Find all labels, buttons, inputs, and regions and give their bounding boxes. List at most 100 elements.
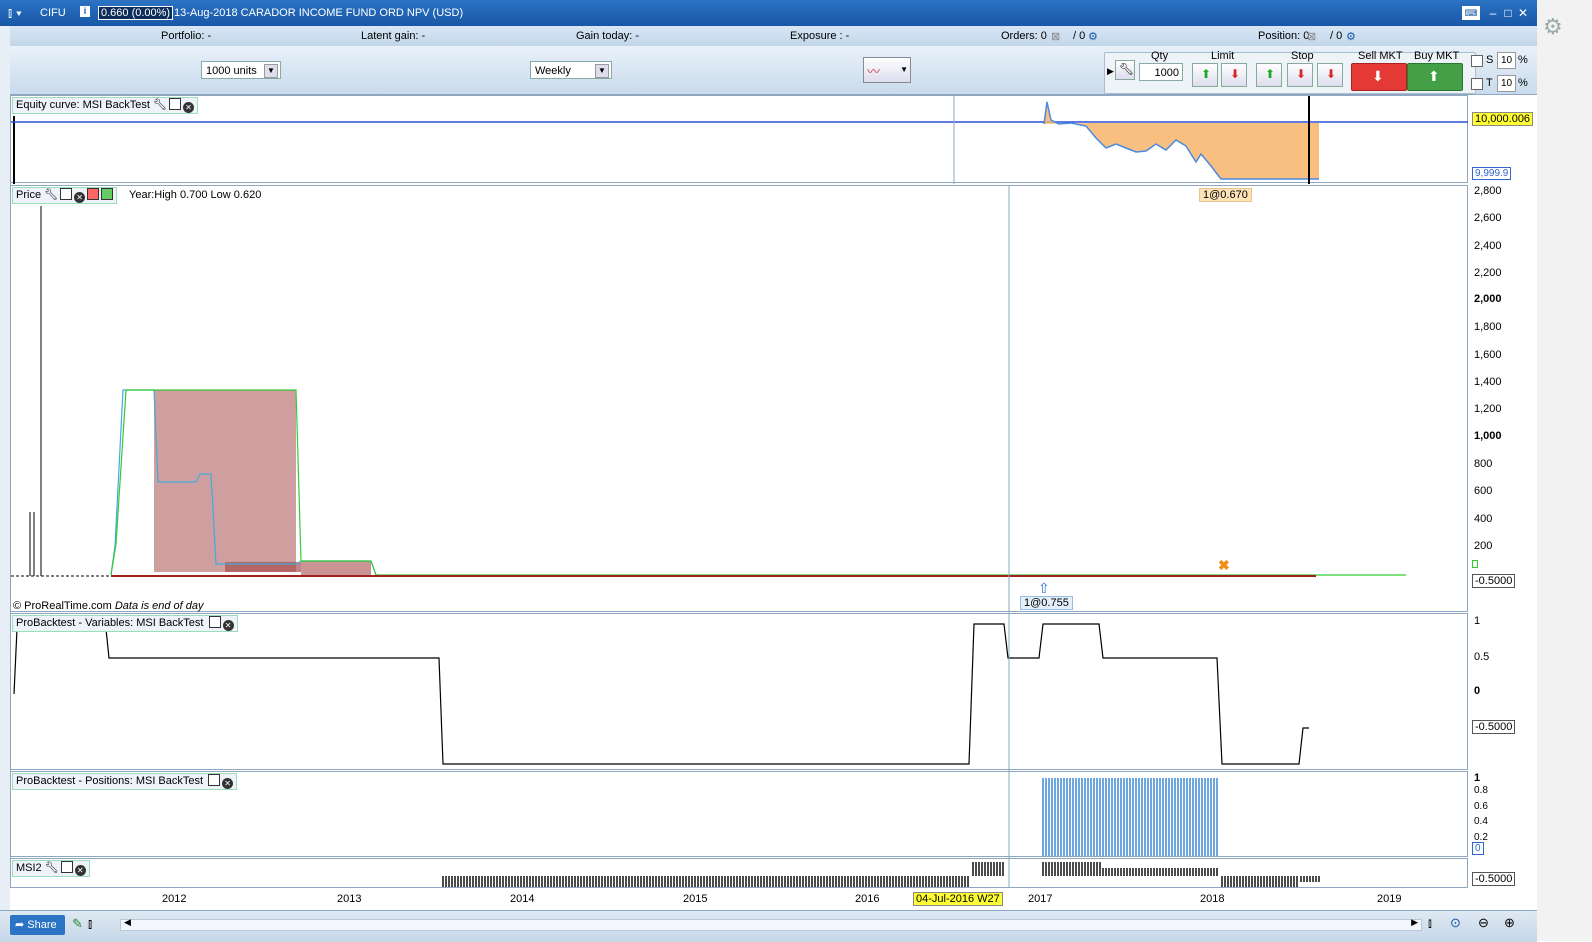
- sell-mkt-button[interactable]: ⬇: [1351, 63, 1407, 91]
- move-down-icon[interactable]: [87, 188, 100, 200]
- qty-input[interactable]: 1000: [1139, 63, 1183, 81]
- zoom-out-icon[interactable]: ⊖: [1478, 915, 1489, 931]
- chart-type-icon[interactable]: ⫾ ▾: [8, 5, 22, 21]
- wrench-button[interactable]: 🔧︎: [1115, 60, 1135, 80]
- position-close-icon[interactable]: ⊠: [1307, 30, 1316, 43]
- close-icon[interactable]: ✕: [182, 102, 194, 113]
- target-checkbox[interactable]: [1471, 78, 1483, 90]
- equity-panel-title: Equity curve: MSI BackTest 🔧︎ ✕: [12, 97, 198, 114]
- zoom-in-icon[interactable]: ⊕: [1504, 915, 1515, 931]
- zoom-bars-icon[interactable]: ⫾: [1428, 916, 1432, 931]
- chevron-down-icon: ▼: [264, 64, 278, 78]
- s-input[interactable]: 10: [1497, 52, 1516, 69]
- minimize-icon[interactable]: –: [1486, 6, 1500, 20]
- variables-title-text: ProBacktest - Variables: MSI BackTest: [16, 617, 204, 629]
- limit-buy-button[interactable]: ⬆: [1192, 63, 1218, 87]
- msi2-panel: MSI2 🔧︎ ✕: [10, 858, 1468, 889]
- edit-icon[interactable]: ✎: [72, 916, 83, 932]
- cursor-date-label: 04-Jul-2016 W27: [913, 892, 1003, 906]
- time-axis: 2012 2013 2014 2015 2016 2017 2018 2019 …: [10, 888, 1468, 910]
- move-up-icon[interactable]: [101, 188, 114, 200]
- x-label: 2013: [337, 893, 362, 905]
- close-icon[interactable]: ✕: [222, 620, 234, 631]
- orders-cancel-icon[interactable]: ⊠: [1051, 30, 1060, 43]
- limit-sell-button[interactable]: ⬇: [1221, 63, 1247, 87]
- stop-sell-button[interactable]: ⬇: [1317, 63, 1343, 87]
- msi2-axis: -0.5000: [1468, 858, 1537, 888]
- price-line-green: [110, 389, 1406, 576]
- arrow-up-icon: ⬆: [1201, 67, 1212, 81]
- maximize-icon[interactable]: □: [1501, 6, 1515, 20]
- scroll-right-icon[interactable]: ▶: [1411, 917, 1418, 928]
- msi2-chart: [442, 859, 1320, 889]
- cross-marker-icon: ✖: [1218, 557, 1230, 573]
- position-total-text: / 0: [1330, 30, 1343, 42]
- buy-mkt-label: Buy MKT: [1414, 50, 1460, 62]
- close-icon[interactable]: ✕: [74, 192, 86, 203]
- equity-curve-panel: Equity curve: MSI BackTest 🔧︎ ✕: [10, 95, 1469, 184]
- x-label: 2015: [683, 893, 708, 905]
- wrench-icon[interactable]: 🔧︎: [45, 862, 59, 874]
- price-chart: ✖ ⇧: [11, 186, 1406, 613]
- equity-curve-chart: [11, 96, 1469, 184]
- msi2-value-box: -0.5000: [1472, 872, 1516, 886]
- keyboard-icon[interactable]: ⌨: [1462, 6, 1480, 20]
- position-text[interactable]: Position: 0: [1258, 30, 1309, 42]
- close-icon[interactable]: ✕: [74, 865, 86, 876]
- window-icon[interactable]: [208, 774, 221, 786]
- window-icon[interactable]: [168, 98, 181, 110]
- wrench-icon[interactable]: 🔧︎: [44, 189, 58, 201]
- trade-label-bottom: 1@0.755: [1020, 596, 1073, 610]
- variables-value-box: -0.5000: [1472, 720, 1516, 734]
- collapse-arrow-icon[interactable]: ▶: [1107, 66, 1114, 77]
- horizontal-scrollbar[interactable]: ◀ ▶: [120, 917, 1422, 931]
- position-settings-icon[interactable]: ⚙: [1346, 30, 1356, 43]
- axis-tick: 400: [1474, 513, 1493, 525]
- axis-tick: 0.6: [1474, 801, 1488, 812]
- close-icon[interactable]: ✕: [1516, 6, 1530, 20]
- exposure-text: Exposure : -: [790, 30, 850, 42]
- price-fill-area: [154, 390, 296, 572]
- variables-chart: [13, 614, 1309, 771]
- close-icon[interactable]: ✕: [222, 778, 234, 789]
- equity-drawdown-area: [1044, 102, 1319, 179]
- candles-icon[interactable]: ⫾: [88, 916, 92, 932]
- qty-label: Qty: [1151, 50, 1169, 62]
- scroll-left-icon[interactable]: ◀: [124, 917, 131, 928]
- stop-buy-button[interactable]: ⬆: [1256, 63, 1282, 87]
- window-icon[interactable]: [60, 861, 73, 873]
- instrument-description: 13-Aug-2018 CARADOR INCOME FUND ORD NPV …: [174, 7, 464, 19]
- t-input[interactable]: 10: [1497, 75, 1516, 92]
- x-label: 2017: [1028, 893, 1053, 905]
- period-select[interactable]: Weekly ▼: [530, 61, 612, 79]
- stop-label: Stop: [1291, 50, 1314, 62]
- stop-checkbox[interactable]: [1471, 55, 1483, 67]
- ticker-label[interactable]: CIFU: [40, 7, 66, 19]
- buy-mkt-button[interactable]: ⬆: [1407, 63, 1463, 91]
- axis-tick: 0.4: [1474, 816, 1488, 827]
- axis-tick: 800: [1474, 458, 1493, 470]
- units-select[interactable]: 1000 units ▼: [201, 61, 281, 79]
- share-label: Share: [27, 919, 57, 931]
- stop-limit-button[interactable]: ⬇: [1287, 63, 1313, 87]
- right-sidebar: ⚙: [1537, 0, 1592, 941]
- price-axis: 2,800 2,600 2,400 2,200 2,000 1,800 1,60…: [1468, 185, 1537, 612]
- share-icon: ➦: [15, 919, 25, 931]
- wrench-icon[interactable]: 🔧︎: [153, 99, 167, 111]
- positions-title-text: ProBacktest - Positions: MSI BackTest: [16, 775, 204, 787]
- window-icon[interactable]: [60, 188, 73, 200]
- orders-settings-icon[interactable]: ⚙: [1088, 30, 1098, 43]
- s-pct: %: [1518, 54, 1528, 66]
- last-value-marker: [1472, 560, 1478, 568]
- zoom-fit-icon[interactable]: ⊙: [1450, 915, 1461, 931]
- share-button[interactable]: ➦ Share: [10, 915, 65, 935]
- variables-panel-title: ProBacktest - Variables: MSI BackTest ✕: [12, 615, 238, 632]
- orders-text[interactable]: Orders: 0: [1001, 30, 1047, 42]
- x-label: 2012: [162, 893, 187, 905]
- window-icon[interactable]: [208, 616, 221, 628]
- chevron-down-icon: ▼: [595, 64, 609, 78]
- indicator-button[interactable]: 〰 ▼: [863, 57, 911, 83]
- info-icon[interactable]: i: [80, 6, 90, 17]
- gear-icon[interactable]: ⚙: [1543, 14, 1563, 40]
- axis-tick: 2,600: [1474, 212, 1502, 224]
